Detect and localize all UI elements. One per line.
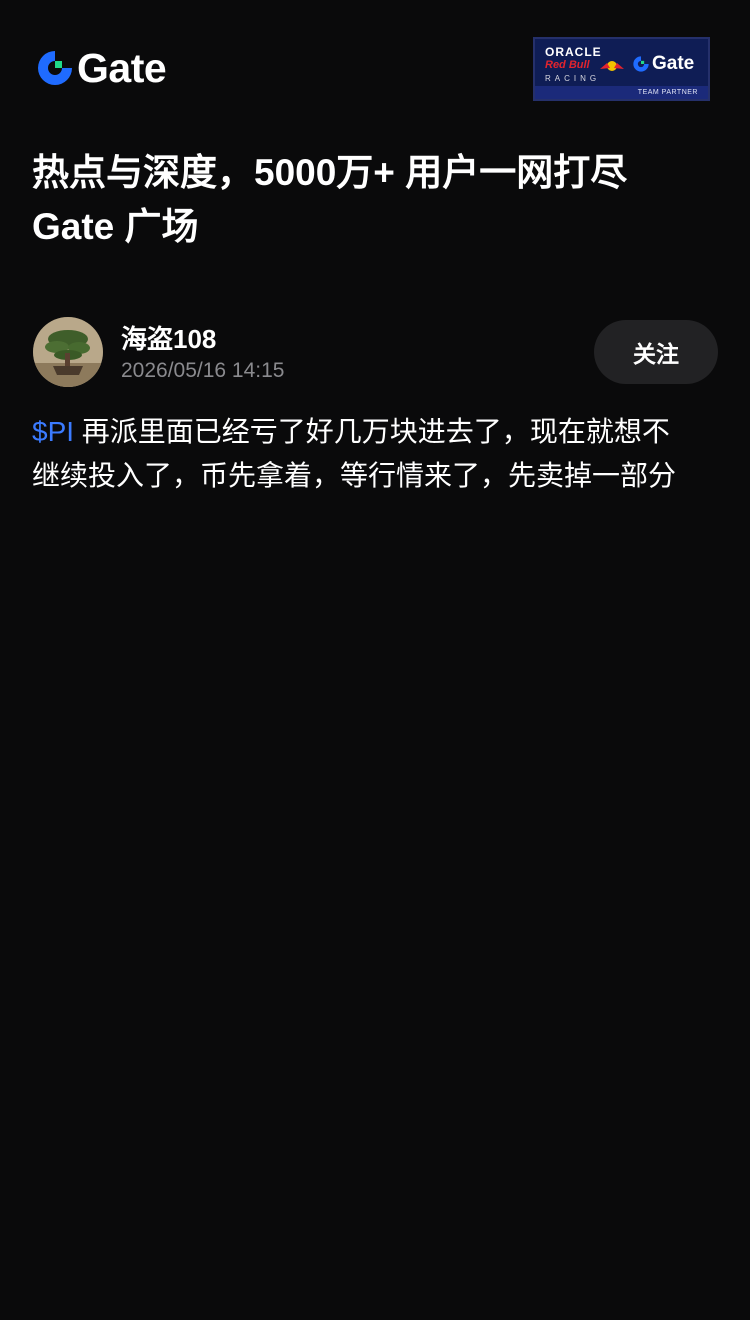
post-content-line-1: $PI 再派里面已经亏了好几万块进去了，现在就想不: [32, 410, 722, 454]
post-author-row: 海盗108 2026/05/16 14:15 关注: [33, 317, 718, 387]
gate-logo-icon: [633, 56, 649, 72]
page-headline: 热点与深度，5000万+ 用户一网打尽 Gate 广场: [32, 146, 722, 254]
team-partner-badge[interactable]: ORACLE Red Bull RACING Gate TEAM PARTNER: [533, 37, 710, 101]
badge-team-partner-text: TEAM PARTNER: [535, 86, 708, 99]
headline-line-2: Gate 广场: [32, 206, 199, 247]
badge-gate-logo: Gate: [632, 53, 694, 75]
follow-button[interactable]: 关注: [594, 320, 718, 384]
post-text-line-2: 继续投入了，币先拿着，等行情来了，先卖掉一部分: [32, 460, 677, 491]
post-content: $PI 再派里面已经亏了好几万块进去了，现在就想不 继续投入了，币先拿着，等行情…: [32, 410, 722, 498]
brand-name: Gate: [77, 45, 167, 91]
post-timestamp: 2026/05/16 14:15: [121, 359, 285, 382]
gate-logo-icon: [38, 51, 72, 85]
bonsai-avatar-image: [33, 317, 103, 387]
bull-icon: [600, 61, 624, 71]
badge-oracle-text: ORACLE: [545, 45, 602, 59]
gate-logo[interactable]: Gate: [35, 45, 167, 91]
post-text-line-1: 再派里面已经亏了好几万块进去了，现在就想不: [74, 416, 670, 447]
avatar[interactable]: [33, 317, 103, 387]
headline-line-1: 热点与深度，5000万+ 用户一网打尽: [32, 152, 628, 193]
badge-redbull-text: Red Bull: [545, 59, 590, 71]
badge-racing-text: RACING: [545, 74, 601, 83]
app-header: Gate ORACLE Red Bull RACING Gate TEAM PA…: [0, 0, 750, 130]
badge-gate-text: Gate: [652, 53, 695, 74]
ticker-link[interactable]: $PI: [32, 416, 74, 447]
author-name[interactable]: 海盗108: [121, 319, 216, 356]
